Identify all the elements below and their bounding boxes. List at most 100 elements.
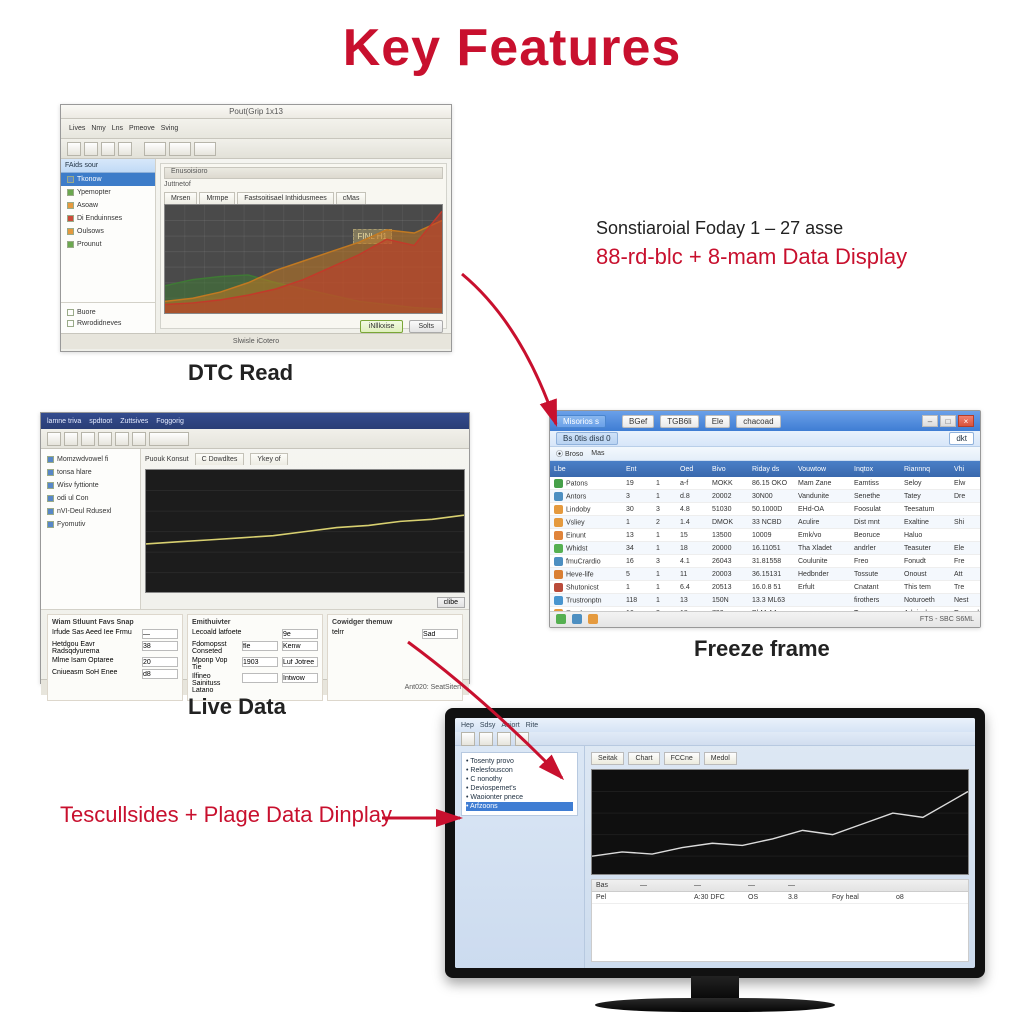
param-input[interactable]: [242, 657, 278, 667]
menu-item[interactable]: Hep: [461, 722, 474, 729]
menu-item[interactable]: Foggorig: [156, 418, 184, 425]
toolbar-icon[interactable]: [461, 732, 475, 746]
tree-item[interactable]: Momzwdvowel fi: [41, 453, 140, 466]
table-row[interactable]: Einunt131151350010009Emk/voBeoruceHaluoI…: [550, 529, 980, 542]
table-row[interactable]: Patons191a-fMOKK86.15 OKOMam ZaneEamtiss…: [550, 477, 980, 490]
minimize-icon[interactable]: –: [922, 415, 938, 427]
toolbar-icon[interactable]: [67, 142, 81, 156]
toolbar-icon[interactable]: [169, 142, 191, 156]
tree-item[interactable]: tonsa hlare: [41, 466, 140, 479]
sidebar-bottom-item[interactable]: Buore: [67, 307, 149, 318]
sidebar-bottom-item[interactable]: Rwrodidneves: [67, 318, 149, 329]
table-row[interactable]: Shutonicst116.42051316.0.8 51ErfultCnata…: [550, 581, 980, 594]
freeze-sub-pill[interactable]: Bs 0tis disd 0: [556, 432, 618, 445]
menu-item[interactable]: Aniort: [501, 722, 519, 729]
dtc-tab[interactable]: Mrsen: [164, 192, 197, 204]
table-row[interactable]: PelA:30 DFCOS3.8Foy healo8: [592, 892, 968, 904]
screen-tab[interactable]: FCCne: [664, 752, 700, 765]
freeze-title-tab[interactable]: Ele: [705, 415, 731, 428]
status-icon: [588, 614, 598, 624]
tree-item[interactable]: Fyomutiv: [41, 518, 140, 531]
toolbar-icon[interactable]: [118, 142, 132, 156]
dtc-action-button[interactable]: iNllkxise: [360, 320, 404, 333]
freeze-sub-input[interactable]: dkt: [949, 432, 974, 445]
table-row[interactable]: Trustronptn118113150N13.3 ML63firothersN…: [550, 594, 980, 607]
dtc-tab[interactable]: Mrmpe: [199, 192, 235, 204]
menu-item[interactable]: Lns: [112, 125, 123, 132]
param-input[interactable]: [242, 673, 278, 683]
tree-item[interactable]: nVI-Deul Rdusexl: [41, 505, 140, 518]
toolbar-icon[interactable]: [144, 142, 166, 156]
menu-item[interactable]: lamne triva: [47, 418, 81, 425]
tree-item[interactable]: Asoaw: [61, 199, 155, 212]
toolbar-icon[interactable]: [98, 432, 112, 446]
freeze-title-chip[interactable]: Misorios s: [556, 415, 606, 428]
param-input[interactable]: [282, 657, 318, 667]
toolbar-icon[interactable]: [101, 142, 115, 156]
param-input[interactable]: [142, 641, 178, 651]
toolbar-icon[interactable]: [84, 142, 98, 156]
param-input[interactable]: [282, 673, 318, 683]
menu-item[interactable]: Rite: [526, 722, 538, 729]
dtc-tab[interactable]: Fastsoitisael Inthidusmees: [237, 192, 333, 204]
tree-item[interactable]: odi ul Con: [41, 492, 140, 505]
menu-item[interactable]: Zuttsives: [120, 418, 148, 425]
tree-item[interactable]: Tkonow: [61, 173, 155, 186]
toolbar-icon[interactable]: [497, 732, 511, 746]
toolbar-icon[interactable]: [81, 432, 95, 446]
menu-item[interactable]: Sving: [161, 125, 179, 132]
table-row[interactable]: Eamlowey16318790BhM.AATaxAdnisalEwomohdi…: [550, 607, 980, 611]
toolbar-icon[interactable]: [149, 432, 189, 446]
nav-item[interactable]: • Waoionter pnece: [466, 793, 573, 802]
freeze-title-tab[interactable]: chacoad: [736, 415, 780, 428]
freeze-title-tab[interactable]: BGef: [622, 415, 654, 428]
menu-item[interactable]: Lives: [69, 125, 85, 132]
table-row[interactable]: Vsliey121.4DMOK33 NCBDAculireDist mntExa…: [550, 516, 980, 529]
toolbar-icon[interactable]: [47, 432, 61, 446]
tree-item[interactable]: Oulsows: [61, 225, 155, 238]
param-input[interactable]: [242, 641, 278, 651]
menu-item[interactable]: spdtoot: [89, 418, 112, 425]
param-input[interactable]: [282, 641, 318, 651]
nav-item[interactable]: • Relesfouscon: [466, 766, 573, 775]
tree-item[interactable]: Wisv fyttionte: [41, 479, 140, 492]
param-input[interactable]: [142, 669, 178, 679]
param-input[interactable]: [142, 657, 178, 667]
table-row[interactable]: Lindoby3034.85103050.1000DEHd-OAFoosulat…: [550, 503, 980, 516]
toolbar-icon[interactable]: [194, 142, 216, 156]
toolbar-icon[interactable]: [115, 432, 129, 446]
live-chip[interactable]: C Dowdltes: [195, 453, 245, 465]
dtc-tab[interactable]: cMas: [336, 192, 367, 204]
table-row[interactable]: Antors31d.82000230N00VanduniteSenetheTat…: [550, 490, 980, 503]
tree-item[interactable]: Ypemopter: [61, 186, 155, 199]
live-chip[interactable]: Ykey of: [250, 453, 287, 465]
dtc-sub-heading: Juttnetof: [164, 181, 443, 188]
menu-item[interactable]: Sdsy: [480, 722, 496, 729]
screen-tab[interactable]: Seitak: [591, 752, 624, 765]
nav-item[interactable]: • Arfzoons: [466, 802, 573, 811]
close-icon[interactable]: ×: [958, 415, 974, 427]
menu-item[interactable]: Nmy: [91, 125, 105, 132]
nav-item[interactable]: • C nonothy: [466, 775, 573, 784]
toolbar-icon[interactable]: [479, 732, 493, 746]
screen-tab[interactable]: Chart: [628, 752, 659, 765]
tree-item[interactable]: Prounut: [61, 238, 155, 251]
toolbar-icon[interactable]: [64, 432, 78, 446]
nav-item[interactable]: • Deviospemet's: [466, 784, 573, 793]
nav-item[interactable]: • Tosenty provo: [466, 757, 573, 766]
live-inline-button[interactable]: clibe: [437, 597, 465, 608]
table-row[interactable]: fmuCrardio1634.12604331.81558CouluniteFr…: [550, 555, 980, 568]
param-input[interactable]: [282, 629, 318, 639]
param-input[interactable]: [422, 629, 458, 639]
param-input[interactable]: [142, 629, 178, 639]
screen-tab[interactable]: Medol: [704, 752, 737, 765]
maximize-icon[interactable]: □: [940, 415, 956, 427]
table-row[interactable]: Whidst341182000016.11051Tha Xladetandrle…: [550, 542, 980, 555]
toolbar-icon[interactable]: [132, 432, 146, 446]
tree-item[interactable]: Di Enduinnses: [61, 212, 155, 225]
table-row[interactable]: Heve-life51112000336.15131HedbnderTossut…: [550, 568, 980, 581]
menu-item[interactable]: Pmeove: [129, 125, 155, 132]
freeze-title-tab[interactable]: TGB6li: [660, 415, 698, 428]
dtc-action-button[interactable]: Solts: [409, 320, 443, 333]
toolbar-icon[interactable]: [515, 732, 529, 746]
